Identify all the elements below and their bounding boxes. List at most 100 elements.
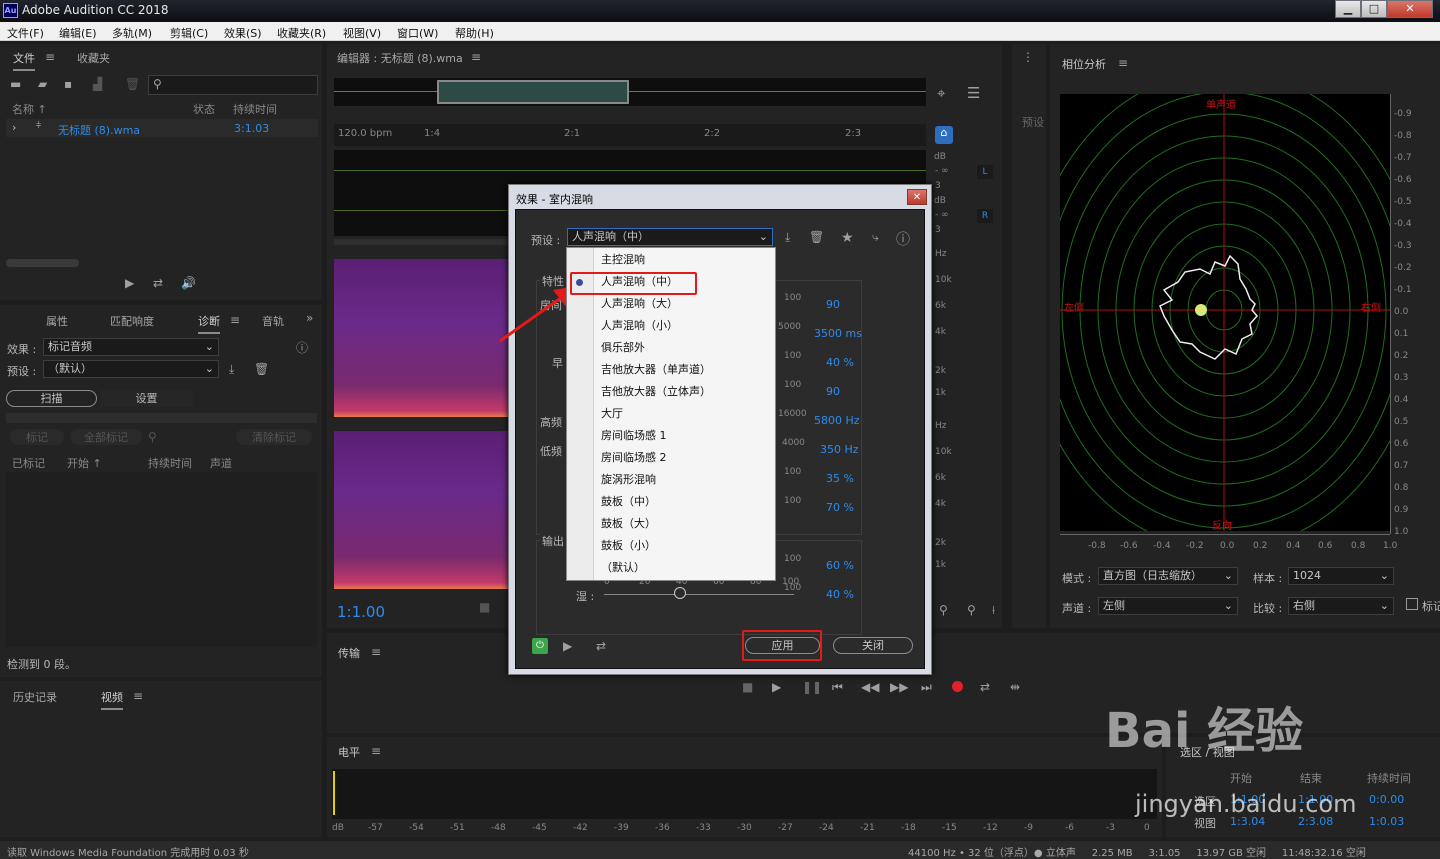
param-value[interactable]: 90	[826, 385, 840, 398]
tab-track[interactable]: 音轨	[262, 313, 284, 329]
param-value[interactable]: 60 %	[826, 559, 854, 572]
close-button[interactable]: 关闭	[833, 637, 913, 654]
loop-icon[interactable]: ⇄	[153, 276, 163, 290]
menu-help[interactable]: 帮助(H)	[455, 25, 494, 41]
preset-option[interactable]: 吉他放大器（单声道）	[601, 359, 711, 381]
pause-icon[interactable]: ❚❚	[802, 680, 822, 694]
compare-select[interactable]: 右侧 ⌄	[1288, 597, 1394, 615]
param-value[interactable]: 90	[826, 298, 840, 311]
overview-bar[interactable]	[334, 78, 926, 106]
info-icon[interactable]: ⓘ	[896, 229, 910, 249]
preset-option[interactable]: 主控混响	[601, 249, 645, 271]
zoom-in-icon[interactable]: ⚲	[939, 603, 948, 617]
file-row[interactable]: › ⫩ 无标题 (8).wma 3:1.03	[6, 119, 318, 137]
timeline-ruler[interactable]: 120.0 bpm 1:4 2:1 2:2 2:3	[334, 124, 926, 146]
preset-option[interactable]: 吉他放大器（立体声）	[601, 381, 711, 403]
skip-start-icon[interactable]: ⏮	[832, 680, 843, 695]
marker-checkbox[interactable]	[1406, 598, 1418, 610]
settings-button[interactable]: 设置	[100, 390, 193, 407]
zoom-full-icon[interactable]: ⟊	[992, 603, 995, 618]
sample-select[interactable]: 1024 ⌄	[1288, 567, 1394, 585]
col-duration[interactable]: 持续时间	[233, 101, 277, 117]
preview-play-icon[interactable]: ▶	[563, 639, 572, 653]
param-value[interactable]: 5800 Hz	[814, 414, 860, 427]
headphone-icon[interactable]: ⌂	[935, 126, 953, 144]
view-duration[interactable]: 1:0.03	[1369, 815, 1404, 828]
wet-slider-track[interactable]	[604, 594, 794, 595]
import-icon[interactable]: ▰	[38, 77, 47, 91]
autoplay-icon[interactable]: 🔊	[181, 276, 196, 290]
tab-history[interactable]: 历史记录	[13, 689, 57, 705]
save-preset-icon[interactable]: ⤓	[229, 362, 234, 377]
col-duration[interactable]: 持续时间	[148, 455, 192, 471]
delete-preset-icon[interactable]: 🗑	[254, 362, 269, 376]
record-icon[interactable]	[952, 681, 963, 692]
tab-favorites[interactable]: 收藏夹	[77, 50, 110, 66]
skip-end-icon[interactable]: ⏭	[921, 680, 932, 695]
loop-preview-icon[interactable]: ⇄	[596, 639, 606, 653]
menu-favorites[interactable]: 收藏夹(R)	[277, 25, 326, 41]
preset-option[interactable]: 鼓板（中）	[601, 491, 656, 513]
save-preset-icon[interactable]: ⤓	[785, 230, 790, 245]
tab-diagnostics[interactable]: 诊断	[198, 313, 220, 334]
preset-option[interactable]: 鼓板（小）	[601, 535, 656, 557]
menu-view[interactable]: 视图(V)	[343, 25, 381, 41]
preset-option[interactable]: 旋涡形混响	[601, 469, 656, 491]
menu-file[interactable]: 文件(F)	[7, 25, 44, 41]
panel-menu-icon[interactable]: ≡	[230, 313, 240, 327]
more-tabs-icon[interactable]: »	[306, 311, 313, 325]
menu-clip[interactable]: 剪辑(C)	[170, 25, 208, 41]
selection-duration[interactable]: 0:0.00	[1369, 793, 1404, 806]
menu-edit[interactable]: 编辑(E)	[59, 25, 97, 41]
tab-match-loudness[interactable]: 匹配响度	[110, 313, 154, 329]
panel-menu-icon[interactable]: ≡	[471, 50, 481, 64]
panel-menu-icon[interactable]: ≡	[45, 50, 55, 64]
wet-slider-handle[interactable]	[674, 587, 686, 599]
preset-option[interactable]: 房间临场感 2	[601, 447, 667, 469]
new-file-icon[interactable]: ▪	[64, 77, 72, 91]
mode-select[interactable]: 直方图（日志缩放） ⌄	[1098, 567, 1238, 585]
preset-option[interactable]: 鼓板（大）	[601, 513, 656, 535]
more-icon[interactable]: ⋮	[1022, 50, 1034, 64]
minimize-button[interactable]: ▁	[1335, 0, 1361, 18]
menu-window[interactable]: 窗口(W)	[397, 25, 438, 41]
panel-menu-icon[interactable]: ≡	[1118, 56, 1128, 70]
col-start[interactable]: 开始 ↑	[67, 455, 102, 471]
expand-icon[interactable]: ›	[12, 121, 16, 134]
maximize-button[interactable]: □	[1361, 0, 1387, 18]
col-status[interactable]: 状态	[193, 101, 215, 117]
param-value[interactable]: 3500 ms	[814, 327, 862, 340]
divider-handle[interactable]	[6, 413, 317, 423]
play-icon[interactable]: ▶	[772, 680, 781, 694]
spectral-toggle-icon[interactable]: ☰	[967, 84, 980, 102]
preset-option[interactable]: 俱乐部外	[601, 337, 645, 359]
preset-option[interactable]: 人声混响（大）	[601, 293, 678, 315]
right-channel-toggle[interactable]: R	[977, 209, 993, 223]
files-search-input[interactable]: ⚲	[148, 75, 318, 95]
panel-menu-icon[interactable]: ≡	[371, 645, 381, 659]
stop-icon[interactable]: ■	[742, 680, 753, 694]
power-toggle-icon[interactable]: ⏻	[532, 638, 548, 654]
tab-files[interactable]: 文件	[13, 50, 35, 71]
tab-presets[interactable]: 预设	[1022, 114, 1044, 130]
tab-video[interactable]: 视频	[101, 689, 123, 710]
files-scrollbar[interactable]	[6, 259, 79, 267]
preset-option[interactable]: （默认）	[601, 557, 645, 579]
delete-preset-icon[interactable]: 🗑	[809, 230, 824, 244]
param-value[interactable]: 40 %	[826, 588, 854, 601]
rewind-icon[interactable]: ◀◀	[861, 680, 879, 694]
menu-multitrack[interactable]: 多轨(M)	[112, 25, 152, 41]
param-value[interactable]: 35 %	[826, 472, 854, 485]
scan-button[interactable]: 扫描	[6, 390, 97, 407]
dialog-close-icon[interactable]: ✕	[907, 189, 927, 205]
favorite-star-icon[interactable]: ★	[841, 230, 854, 246]
left-channel-toggle[interactable]: L	[977, 165, 993, 179]
menu-effects[interactable]: 效果(S)	[224, 25, 262, 41]
tab-properties[interactable]: 属性	[46, 313, 68, 329]
skip-selection-icon[interactable]: ⇹	[1010, 680, 1020, 694]
col-name[interactable]: 名称 ↑	[12, 101, 47, 117]
preset-option[interactable]: 房间临场感 1	[601, 425, 667, 447]
panel-menu-icon[interactable]: ≡	[371, 744, 381, 758]
zoom-out-icon[interactable]: ⚲	[967, 603, 976, 617]
play-icon[interactable]: ▶	[125, 276, 134, 290]
